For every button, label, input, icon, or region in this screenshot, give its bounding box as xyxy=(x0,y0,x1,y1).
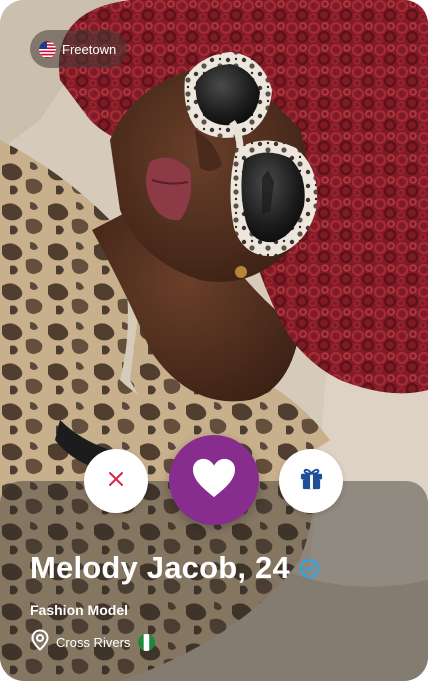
name-row: Melody Jacob, 24 xyxy=(30,550,320,586)
us-flag-icon xyxy=(39,40,56,58)
location-chip[interactable]: Freetown xyxy=(30,30,127,68)
like-button[interactable] xyxy=(169,435,259,525)
gift-button[interactable] xyxy=(279,449,343,513)
verified-badge-icon xyxy=(299,557,320,579)
location-pin-icon xyxy=(30,629,50,656)
profile-location-row: Cross Rivers xyxy=(30,629,156,656)
profile-card[interactable]: Freetown Melody Jacob, 24 Fashion Model … xyxy=(0,0,428,681)
profile-location-label: Cross Rivers xyxy=(56,635,131,650)
close-icon xyxy=(108,471,124,492)
heart-icon xyxy=(191,457,237,504)
gift-icon xyxy=(299,466,324,496)
profile-name: Melody Jacob, 24 xyxy=(30,550,290,585)
location-chip-label: Freetown xyxy=(62,41,117,57)
nigeria-flag-icon xyxy=(138,634,156,651)
profile-occupation: Fashion Model xyxy=(30,602,128,618)
dislike-button[interactable] xyxy=(84,449,148,513)
